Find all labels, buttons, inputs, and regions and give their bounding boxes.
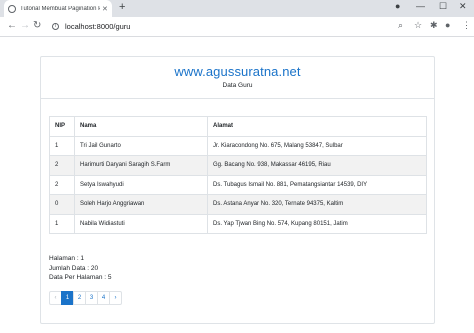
column-header-alamat: Alamat: [207, 116, 427, 137]
guru-table: NIP Nama Alamat 1 Tri Jail Gunarto Jr. K…: [49, 116, 427, 234]
pagination-next[interactable]: ›: [109, 291, 122, 305]
profile-icon[interactable]: ●: [445, 20, 450, 30]
tab-search-icon[interactable]: ●: [395, 1, 400, 11]
tab-title: Tutorial Membuat Pagination Pa: [20, 5, 100, 12]
star-icon[interactable]: ☆: [414, 20, 422, 31]
close-icon[interactable]: ✕: [102, 5, 108, 13]
cell-alamat: Ds. Astana Anyar No. 320, Ternate 94375,…: [207, 194, 427, 215]
current-page-text: Halaman : 1: [49, 255, 85, 262]
column-header-nama: Nama: [74, 116, 208, 137]
browser-tab-bar: Tutorial Membuat Pagination Pa ✕ + ● — ☐…: [0, 0, 474, 17]
cell-nama: Nabila Widiastuti: [74, 213, 208, 234]
column-header-nip: NIP: [49, 116, 75, 137]
browser-toolbar: ← → ↻ i localhost:8000/guru ⌕ ☆ ✱ ● ⋮: [0, 17, 474, 37]
favicon-icon: [8, 4, 16, 13]
data-stats: Halaman : 1 Jumlah Data : 20 Data Per Ha…: [49, 254, 112, 283]
cell-nip: 0: [49, 194, 75, 215]
cell-nip: 1: [49, 213, 75, 234]
cell-nip: 1: [49, 135, 75, 156]
total-data-text: Jumlah Data : 20: [49, 264, 99, 272]
table-row: 2 Setya Iswahyudi Ds. Tubagus Ismail No.…: [49, 174, 427, 195]
table-header-row: NIP Nama Alamat: [49, 116, 427, 137]
search-icon[interactable]: ⌕: [398, 20, 403, 31]
card-header: www.agussuratna.net Data Guru: [41, 57, 434, 99]
site-title: www.agussuratna.net: [174, 64, 301, 79]
table-row: 2 Harimurti Daryani Saragih S.Farm Gg. B…: [49, 155, 427, 176]
minimize-icon[interactable]: —: [416, 1, 425, 11]
table-row: 1 Tri Jail Gunarto Jr. Kiaracondong No. …: [49, 135, 427, 156]
table-row: 1 Nabila Widiastuti Ds. Yap Tjwan Bing N…: [49, 213, 427, 234]
cell-alamat: Gg. Bacang No. 938, Makassar 46195, Riau: [207, 155, 427, 176]
cell-nama: Setya Iswahyudi: [74, 174, 208, 195]
menu-icon[interactable]: ⋮: [462, 20, 471, 31]
cell-nip: 2: [49, 155, 75, 176]
cell-alamat: Jr. Kiaracondong No. 675, Malang 53847, …: [207, 135, 427, 156]
content-card: www.agussuratna.net Data Guru NIP Nama A…: [40, 56, 435, 324]
extensions-icon[interactable]: ✱: [430, 20, 438, 31]
cell-nama: Tri Jail Gunarto: [74, 135, 208, 156]
cell-nip: 2: [49, 174, 75, 195]
cell-alamat: Ds. Yap Tjwan Bing No. 574, Kupang 80151…: [207, 213, 427, 234]
address-bar[interactable]: i localhost:8000/guru: [46, 19, 412, 34]
new-tab-icon[interactable]: +: [119, 1, 125, 13]
maximize-icon[interactable]: ☐: [439, 1, 447, 12]
pagination: ‹ 1 2 3 4 ›: [49, 291, 122, 305]
per-page-text: Data Per Halaman : 5: [49, 274, 112, 281]
table-row: 0 Soleh Harjo Anggriawan Ds. Astana Anya…: [49, 194, 427, 215]
cell-nama: Soleh Harjo Anggriawan: [74, 194, 208, 215]
info-icon[interactable]: i: [52, 23, 59, 30]
page-viewport: www.agussuratna.net Data Guru NIP Nama A…: [0, 38, 474, 333]
page-subtitle: Data Guru: [222, 82, 253, 89]
forward-icon[interactable]: →: [20, 20, 30, 31]
window-close-icon[interactable]: ✕: [459, 1, 467, 12]
cell-alamat: Ds. Tubagus Ismail No. 881, Pematangsian…: [207, 174, 427, 195]
url-text[interactable]: localhost:8000/guru: [65, 22, 130, 31]
cell-nama: Harimurti Daryani Saragih S.Farm: [74, 155, 208, 176]
browser-tab[interactable]: Tutorial Membuat Pagination Pa ✕: [4, 0, 112, 17]
back-icon[interactable]: ←: [7, 20, 17, 31]
reload-icon[interactable]: ↻: [33, 20, 41, 31]
